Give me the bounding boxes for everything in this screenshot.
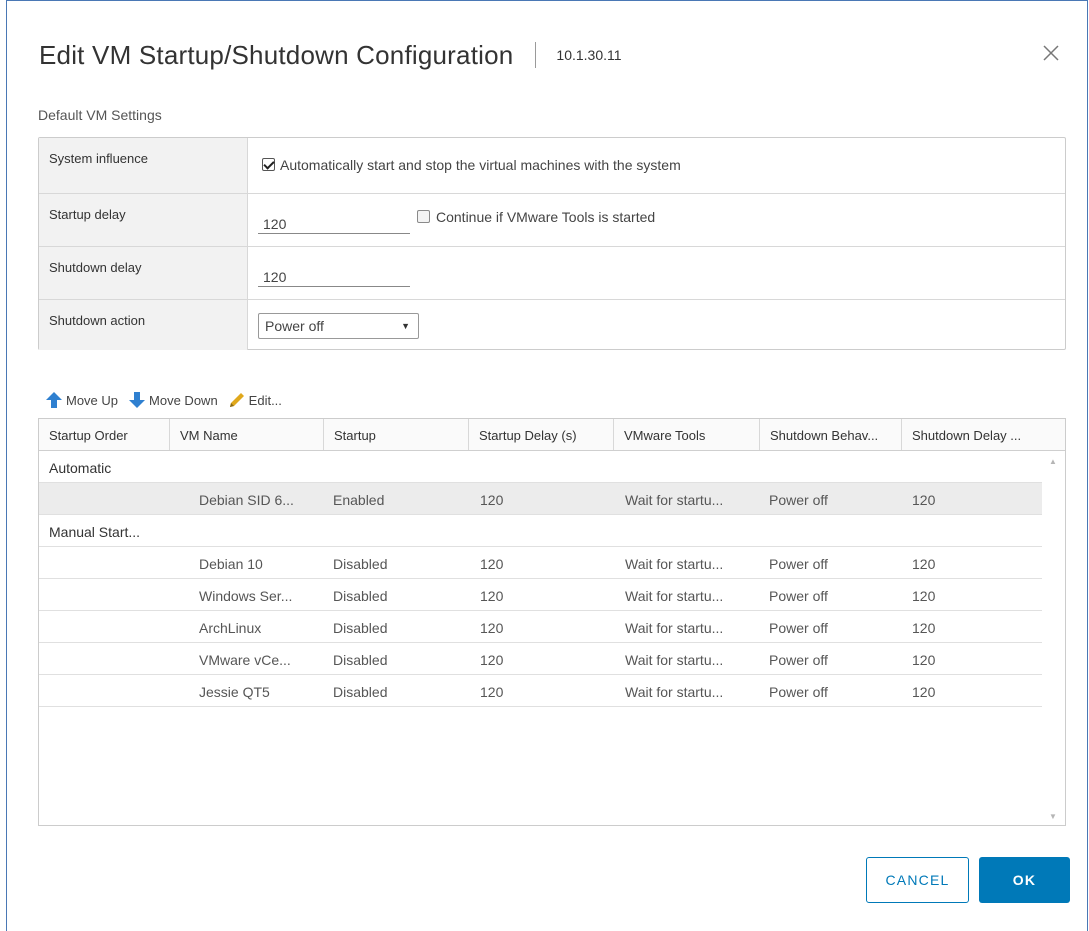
arrow-down-icon	[129, 392, 146, 408]
vm-name-cell: Debian SID 6...	[199, 492, 294, 508]
startup-cell: Disabled	[333, 588, 388, 604]
shutdown-action-value: Power off	[265, 318, 324, 334]
startup-cell: Disabled	[333, 652, 388, 668]
shutdown-behavior-cell: Power off	[769, 652, 828, 668]
move-up-label: Move Up	[66, 392, 119, 408]
column-header[interactable]: Shutdown Delay ...	[902, 419, 1065, 450]
column-header[interactable]: Startup	[324, 419, 469, 450]
move-down-button[interactable]: Move Down	[128, 391, 218, 409]
startup-cell: Enabled	[333, 492, 385, 508]
group-row-automatic[interactable]: Automatic	[39, 451, 1042, 483]
move-down-label: Move Down	[149, 392, 218, 408]
startup-shutdown-dialog: Edit VM Startup/Shutdown Configuration 1…	[6, 0, 1088, 931]
table-header: Startup Order VM Name Startup Startup De…	[39, 419, 1065, 451]
shutdown-delay-input[interactable]: 120	[258, 261, 410, 287]
auto-start-checkbox[interactable]	[262, 158, 275, 171]
group-label: Manual Start...	[49, 524, 141, 540]
shutdown-delay-cell: 120	[912, 588, 936, 604]
shutdown-delay-cell: 120	[912, 556, 936, 572]
vm-name-cell: Windows Ser...	[199, 588, 293, 604]
startup-delay-cell: 120	[480, 652, 504, 668]
edit-button[interactable]: Edit...	[228, 391, 282, 409]
column-header[interactable]: Startup Delay (s)	[469, 419, 614, 450]
edit-label: Edit...	[248, 392, 282, 408]
settings-row-shutdown-delay: Shutdown delay 120	[39, 247, 1065, 300]
table-row[interactable]: ArchLinux Disabled 120 Wait for startu..…	[39, 611, 1042, 643]
table-row[interactable]: Windows Ser... Disabled 120 Wait for sta…	[39, 579, 1042, 611]
settings-row-startup-delay: Startup delay 120 Continue if VMware Too…	[39, 194, 1065, 247]
ok-button[interactable]: OK	[979, 857, 1070, 903]
column-header[interactable]: VM Name	[170, 419, 324, 450]
section-label: Default VM Settings	[38, 107, 162, 123]
close-icon[interactable]	[1041, 43, 1061, 63]
settings-label: Shutdown delay	[39, 247, 248, 299]
settings-row-system-influence: System influence Automatically start and…	[39, 138, 1065, 194]
cancel-button[interactable]: CANCEL	[866, 857, 969, 903]
settings-label: Shutdown action	[39, 300, 248, 350]
dropdown-arrow-icon: ▼	[401, 321, 410, 331]
vm-name-cell: Debian 10	[199, 556, 263, 572]
continue-if-tools-label: Continue if VMware Tools is started	[436, 209, 656, 225]
continue-if-tools-checkbox[interactable]	[417, 210, 430, 223]
startup-cell: Disabled	[333, 684, 388, 700]
shutdown-behavior-cell: Power off	[769, 556, 828, 572]
scroll-down-icon[interactable]: ▼	[1049, 812, 1057, 821]
title-separator	[535, 42, 537, 68]
shutdown-behavior-cell: Power off	[769, 588, 828, 604]
shutdown-behavior-cell: Power off	[769, 620, 828, 636]
pencil-icon	[229, 393, 244, 407]
scroll-up-icon[interactable]: ▲	[1049, 457, 1057, 466]
auto-start-label: Automatically start and stop the virtual…	[280, 157, 681, 173]
shutdown-delay-cell: 120	[912, 684, 936, 700]
group-label: Automatic	[49, 460, 112, 476]
startup-delay-cell: 120	[480, 588, 504, 604]
settings-row-shutdown-action: Shutdown action Power off ▼	[39, 300, 1065, 350]
host-label: 10.1.30.11	[556, 47, 622, 63]
settings-label: System influence	[39, 138, 248, 193]
shutdown-delay-cell: 120	[912, 620, 936, 636]
startup-delay-input[interactable]: 120	[258, 208, 410, 234]
vm-name-cell: VMware vCe...	[199, 652, 291, 668]
vmware-tools-cell: Wait for startu...	[625, 556, 724, 572]
shutdown-delay-cell: 120	[912, 652, 936, 668]
vmware-tools-cell: Wait for startu...	[625, 588, 724, 604]
vmware-tools-cell: Wait for startu...	[625, 652, 724, 668]
shutdown-delay-cell: 120	[912, 492, 936, 508]
vm-order-toolbar: Move Up Move Down Edit...	[45, 389, 292, 411]
column-header[interactable]: Shutdown Behav...	[760, 419, 902, 450]
dialog-title: Edit VM Startup/Shutdown Configuration	[39, 39, 514, 70]
table-row[interactable]: VMware vCe... Disabled 120 Wait for star…	[39, 643, 1042, 675]
column-header[interactable]: Startup Order	[39, 419, 170, 450]
vm-name-cell: ArchLinux	[199, 620, 262, 636]
vm-startup-table: Startup Order VM Name Startup Startup De…	[38, 418, 1066, 826]
startup-cell: Disabled	[333, 556, 388, 572]
move-up-button[interactable]: Move Up	[45, 391, 118, 409]
settings-label: Startup delay	[39, 194, 248, 246]
vm-name-cell: Jessie QT5	[199, 684, 270, 700]
group-row-manual-start[interactable]: Manual Start...	[39, 515, 1042, 547]
shutdown-behavior-cell: Power off	[769, 492, 828, 508]
table-row[interactable]: Jessie QT5 Disabled 120 Wait for startu.…	[39, 675, 1042, 707]
arrow-up-icon	[46, 392, 62, 408]
shutdown-behavior-cell: Power off	[769, 684, 828, 700]
vmware-tools-cell: Wait for startu...	[625, 620, 724, 636]
startup-delay-cell: 120	[480, 620, 504, 636]
column-header[interactable]: VMware Tools	[614, 419, 760, 450]
table-row[interactable]: Debian 10 Disabled 120 Wait for startu..…	[39, 547, 1042, 579]
table-scrollbar[interactable]: ▲ ▼	[1041, 451, 1065, 825]
startup-cell: Disabled	[333, 620, 388, 636]
vmware-tools-cell: Wait for startu...	[625, 492, 724, 508]
table-row[interactable]: Debian SID 6... Enabled 120 Wait for sta…	[39, 483, 1042, 515]
shutdown-action-select[interactable]: Power off ▼	[258, 313, 419, 339]
dialog-header: Edit VM Startup/Shutdown Configuration 1…	[39, 35, 622, 75]
default-settings-panel: System influence Automatically start and…	[38, 137, 1066, 350]
startup-delay-cell: 120	[480, 492, 504, 508]
vmware-tools-cell: Wait for startu...	[625, 684, 724, 700]
startup-delay-cell: 120	[480, 556, 504, 572]
startup-delay-cell: 120	[480, 684, 504, 700]
